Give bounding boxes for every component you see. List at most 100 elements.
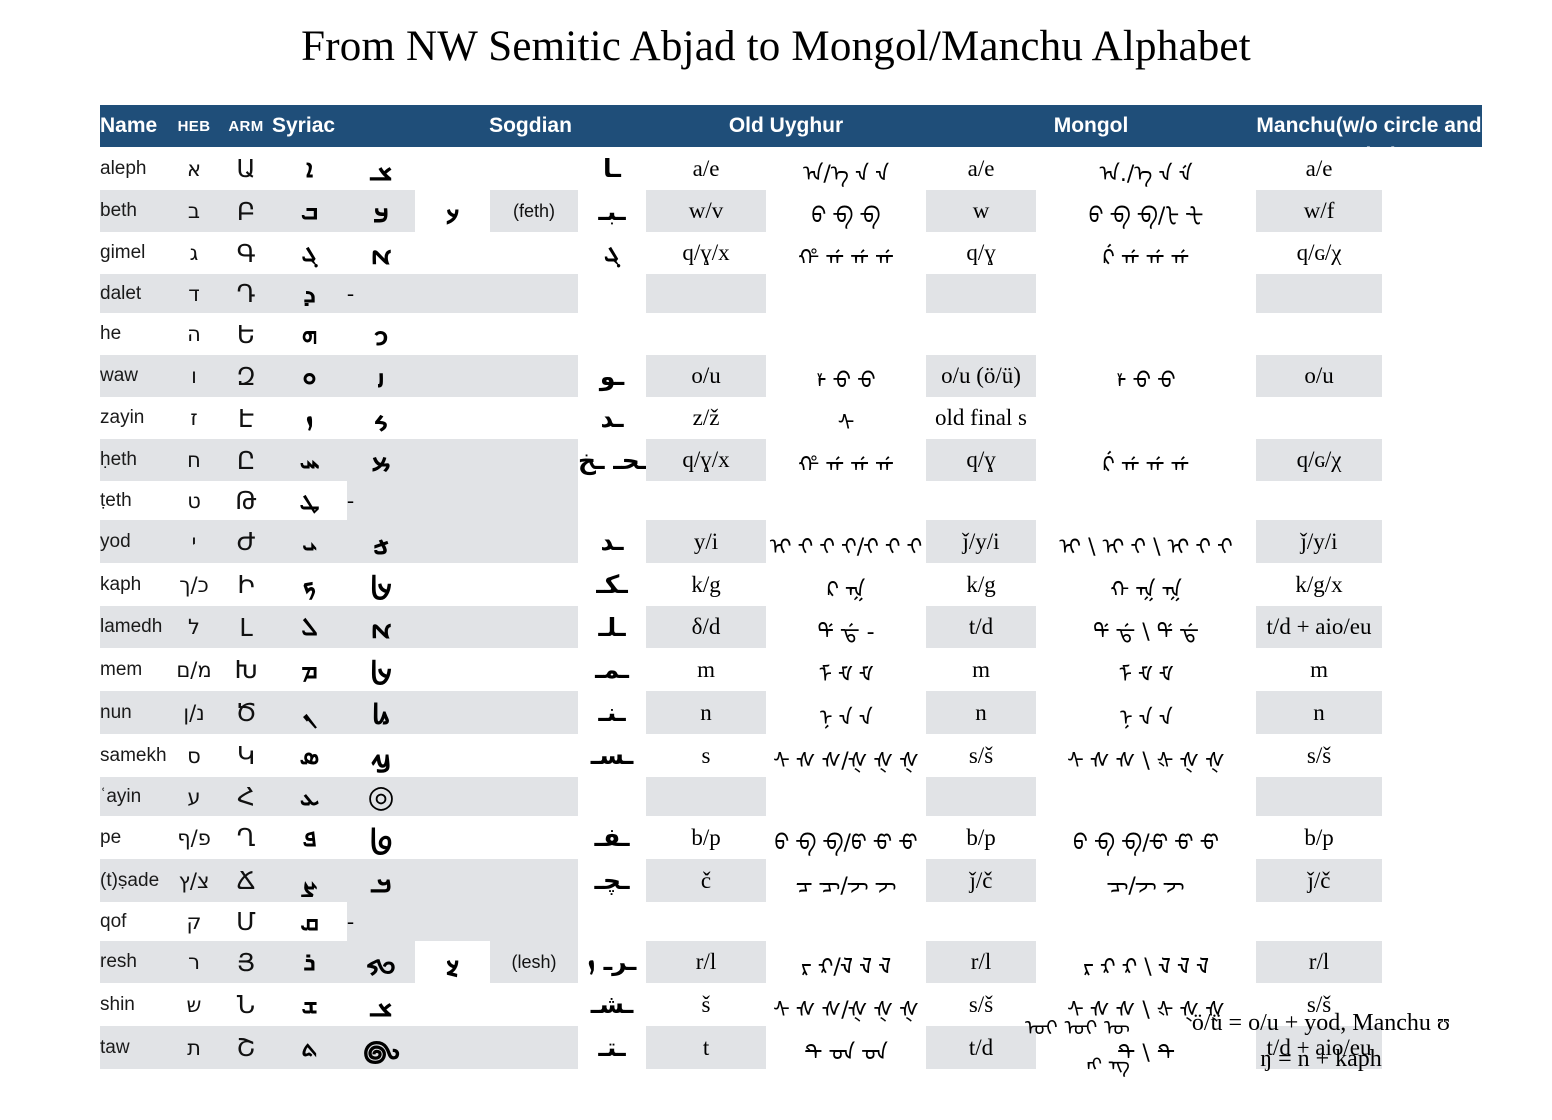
cell-mongol_glyph: ᡨ ᠊ᡨ ᠊ᡨ	[766, 1026, 927, 1069]
cell-manchu: t/d + aio/eu	[1256, 606, 1383, 648]
cell-uyghur: s	[646, 734, 767, 777]
cell-sogdian2	[415, 983, 490, 1026]
cell-sogdian1: 𐼾	[347, 816, 415, 859]
cell-mongol_glyph: ᠮ ᠊ᠮ ᠊ᠮ	[766, 648, 927, 691]
cell-name: resh	[100, 941, 168, 983]
cell-uyghur: r/l	[646, 941, 767, 983]
page-title: From NW Semitic Abjad to Mongol/Manchu A…	[301, 23, 1251, 70]
cell-mongol: b/p	[926, 816, 1037, 859]
cell-arm: Լ	[220, 606, 272, 648]
cell-arm: Ի	[220, 563, 272, 606]
table-row: samekh ס Կ ܣ 𐼼 ـسـ s ᠰ ᠊ᠰ ᠊ᠰ/᠊ᡧ ᠊ᡧ ᠊ᡧ s/š ᠰ ᠊ᠰ ᠊ᠰ…	[100, 734, 1482, 777]
cell-sogdian1: 𐼰	[347, 983, 415, 1026]
cell-heb: ה	[168, 313, 220, 355]
cell-uyghur: a/e	[646, 147, 767, 190]
cell-arm: Ծ	[220, 691, 272, 734]
cell-name: aleph	[100, 147, 168, 190]
cell-heb: ת	[168, 1026, 220, 1069]
cell-name: nun	[100, 691, 168, 734]
cell-sogdian1: -	[347, 481, 578, 520]
table-row: ʿayin ע Հ ܥ ◎	[100, 777, 1482, 816]
cell-manchu_glyph: ᠷ ᠊ᠷ ᠊ᠷ \ ᠊ᠯ ᠊ᠯ ᠊ᠯ	[1036, 941, 1257, 983]
table-row: qof ק Մ ܩ -	[100, 902, 1482, 941]
table-row: dalet ד Դ ܕ -	[100, 274, 1482, 313]
cell-name: gimel	[100, 232, 168, 274]
cell-uyghur	[646, 313, 767, 355]
cell-mongol	[926, 777, 1037, 816]
cell-uyghur: š	[646, 983, 767, 1026]
cell-arm: Ժ	[220, 520, 272, 563]
cell-mongol_glyph: ᠠ/ᡝ ᠊ᠠ ᠊ᠡ	[766, 147, 927, 190]
cell-sogdian2	[415, 1026, 490, 1069]
cell-sogdian2	[415, 777, 490, 816]
cell-arm: Ը	[220, 439, 272, 481]
footnote-glyph: ᠣᠢ ᠣᠢ ᠦ	[1024, 1015, 1130, 1040]
cell-mongol_glyph	[766, 313, 927, 355]
cell-sogdian1: 𐼺	[347, 520, 415, 563]
cell-mongol: m	[926, 648, 1037, 691]
cell-sogdian_label	[490, 734, 578, 777]
table-row: zayin ז Է ܙ 𐼊 ـد z/ž ᠰ old final s	[100, 397, 1482, 439]
table-row: gimel ג Գ ܓ 𐼄 ܓ q/ɣ/x ᡥ ᠊ᡤ ᠊ᡤ ᠊ᡤ q/ɣ ᡬ ᠊ᡤ ᠊ᡤ ᠊ᡤ q/…	[100, 232, 1482, 274]
cell-name: zayin	[100, 397, 168, 439]
cell-arm: Կ	[220, 734, 272, 777]
cell-sogdian2	[415, 147, 490, 190]
table-row: pe פ/ף Ղ ܦ 𐼾 ـفـ b/p ᠪ ᠊ᠪ ᠊ᠪ/ᡦ ᠊ᡦ ᠊ᡦ b/p ᠪ ᠊ᠪ ᠊ᠪ/…	[100, 816, 1482, 859]
cell-syriac: ܗ	[272, 313, 347, 355]
cell-heb: ס	[168, 734, 220, 777]
cell-syriac: ܕ	[272, 274, 347, 313]
cell-manchu_glyph: ᠮ ᠊ᠮ ᠊ᠮ	[1036, 648, 1257, 691]
cell-arm: Զ	[220, 355, 272, 397]
cell-sogdian_label	[490, 816, 578, 859]
cell-mongol	[926, 274, 1037, 313]
cell-sogdian_label	[490, 606, 578, 648]
cell-syriac: ܦ	[272, 816, 347, 859]
cell-mongol_glyph: ᠴ ᠊ᠴ/᠊ᠵ ᠊ᠵ	[766, 859, 927, 902]
column-header-heb: HEB	[177, 117, 211, 135]
cell-sogdian1: 𐼄	[347, 606, 415, 648]
cell-syriac: ܪ	[272, 941, 347, 983]
cell-mongol_glyph: ᡥ ᠊ᡤ ᠊ᡤ ᠊ᡤ	[766, 232, 927, 274]
cell-arm: Բ	[220, 190, 272, 232]
cell-mongol_glyph: ᡥ ᠊ᡤ ᠊ᡤ ᠊ᡤ	[766, 439, 927, 481]
cell-uyghur_glyph: ـلـ	[578, 606, 647, 648]
column-header-sogdian: Sogdian	[489, 114, 572, 137]
cell-manchu_glyph: ᠠ./ᡝ ᠊ᠠ ᠊ᡝ	[1036, 147, 1257, 190]
cell-uyghur: k/g	[646, 563, 767, 606]
cell-syriac: ܘ	[272, 355, 347, 397]
cell-heb: ש	[168, 983, 220, 1026]
cell-name: ḥeth	[100, 439, 168, 481]
cell-manchu_glyph	[1036, 777, 1257, 816]
cell-name: beth	[100, 190, 168, 232]
cell-sogdian_label	[490, 648, 578, 691]
cell-sogdian_label	[490, 397, 578, 439]
cell-name: taw	[100, 1026, 168, 1069]
cell-uyghur: z/ž	[646, 397, 767, 439]
cell-uyghur: q/ɣ/x	[646, 232, 767, 274]
cell-manchu_glyph: ᡟ ᠊ᠣ ᠊ᠣ	[1036, 355, 1257, 397]
cell-sogdian1: ◎	[347, 777, 415, 816]
cell-sogdian1: 𐼓	[347, 941, 415, 983]
cell-sogdian2: 𐽄	[415, 941, 490, 983]
cell-sogdian2	[415, 816, 490, 859]
cell-heb: ז	[168, 397, 220, 439]
cell-name: mem	[100, 648, 168, 691]
column-header-arm: ARM	[228, 117, 264, 135]
cell-manchu: s/š	[1256, 734, 1383, 777]
cell-name: he	[100, 313, 168, 355]
cell-uyghur_glyph	[578, 274, 647, 313]
cell-syriac: ܡ	[272, 648, 347, 691]
cell-syriac: ܥ	[272, 777, 347, 816]
cell-syriac: ܐ	[272, 147, 347, 190]
cell-sogdian1: 𐼸	[347, 563, 415, 606]
cell-uyghur: y/i	[646, 520, 767, 563]
cell-mongol_glyph: ᡩ ᠊ᡩ -	[766, 606, 927, 648]
cell-syriac: ܢ	[272, 691, 347, 734]
cell-arm: Յ	[220, 941, 272, 983]
column-header-manchu-text: Manchu(w/o circle and point)	[1256, 114, 1482, 147]
cell-uyghur_glyph: ـحـ ـخ	[578, 439, 647, 481]
cell-arm: Հ	[220, 777, 272, 816]
cell-manchu_glyph	[1036, 274, 1257, 313]
cell-sogdian1: -	[347, 274, 578, 313]
cell-name: kaph	[100, 563, 168, 606]
